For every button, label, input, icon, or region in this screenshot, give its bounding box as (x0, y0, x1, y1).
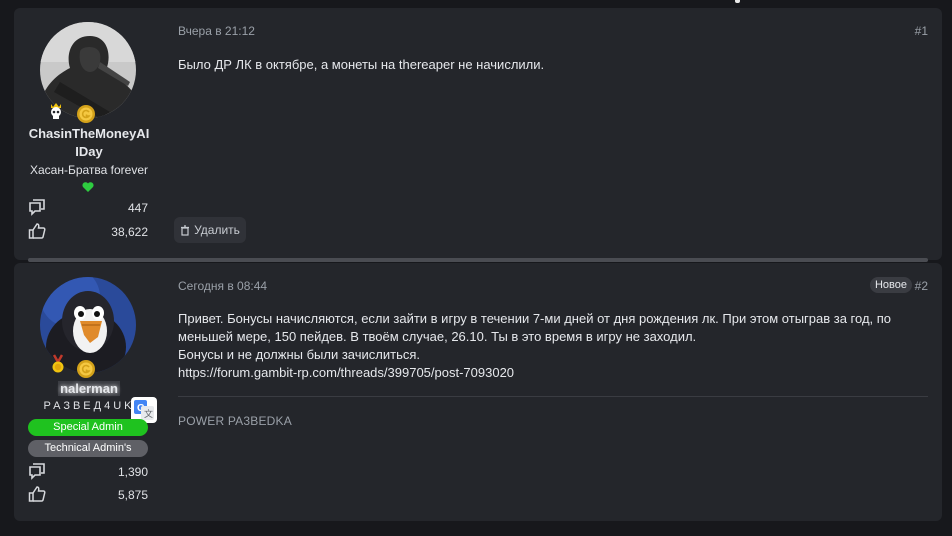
new-badge: Новое (869, 277, 912, 293)
username-line-2: IDay (75, 144, 103, 159)
post-2: nalerman РАЗВЕД4UK G 文 Special Admin Tec… (14, 263, 942, 521)
technical-admin-banner: Technical Admin's (28, 440, 148, 457)
post-date[interactable]: Сегодня в 08:44 (178, 279, 267, 293)
post-message: Было ДР ЛК в октябре, а монеты на therea… (178, 57, 545, 72)
user-panel: ChasinTheMoneyAI IDay Хасан-Братва forev… (14, 8, 164, 260)
username-line-1: ChasinTheMoneyAI (28, 126, 150, 141)
reactions-count: 5,875 (117, 488, 148, 502)
messages-icon (29, 199, 45, 216)
skull-crown-badge-icon (46, 101, 66, 121)
messages-icon (29, 463, 45, 480)
username-text: nalerman (58, 381, 120, 396)
message-line: меньшей мере, 150 пейдев. В твоём случае… (178, 329, 697, 344)
thumbs-up-icon (28, 486, 46, 502)
post-date[interactable]: Вчера в 21:12 (178, 24, 255, 38)
thumbs-up-icon (28, 223, 46, 239)
coin-badge-icon (76, 359, 96, 379)
username[interactable]: nalerman (14, 380, 164, 398)
heart-icon (82, 180, 94, 198)
messages-count: 1,390 (117, 465, 148, 479)
messages-stat: 1,390 (28, 462, 148, 482)
user-title: Хасан-Братва forever (29, 163, 149, 177)
medal-badge-icon (48, 354, 68, 374)
delete-button[interactable]: Удалить (174, 217, 246, 243)
username[interactable]: ChasinTheMoneyAI IDay (14, 125, 164, 161)
post-message: Привет. Бонусы начисляются, если зайти в… (178, 310, 928, 382)
messages-stat: 447 (28, 198, 148, 218)
message-link[interactable]: https://forum.gambit-rp.com/threads/3997… (178, 364, 928, 382)
signature: POWER PA3BEDKA (178, 414, 292, 428)
reactions-stat: 5,875 (28, 485, 148, 505)
svg-text:文: 文 (144, 408, 153, 419)
message-line: Бонусы и не должны были зачислиться. (178, 347, 421, 362)
post-1: ChasinTheMoneyAI IDay Хасан-Братва forev… (14, 8, 942, 260)
post-number[interactable]: #1 (915, 24, 928, 38)
coin-badge-icon (76, 104, 96, 124)
reactions-stat: 38,622 (28, 222, 148, 242)
special-admin-banner: Special Admin (28, 419, 148, 436)
reactions-count: 38,622 (111, 225, 148, 239)
trash-icon (181, 224, 190, 236)
signature-divider (178, 396, 928, 397)
delete-label: Удалить (194, 223, 240, 237)
post-number[interactable]: #2 (915, 279, 928, 293)
message-line: Привет. Бонусы начисляются, если зайти в… (178, 311, 892, 326)
post-separator (28, 258, 928, 262)
user-panel: nalerman РАЗВЕД4UK G 文 Special Admin Tec… (14, 263, 164, 521)
top-edge-mark (735, 0, 740, 3)
messages-count: 447 (127, 201, 148, 215)
